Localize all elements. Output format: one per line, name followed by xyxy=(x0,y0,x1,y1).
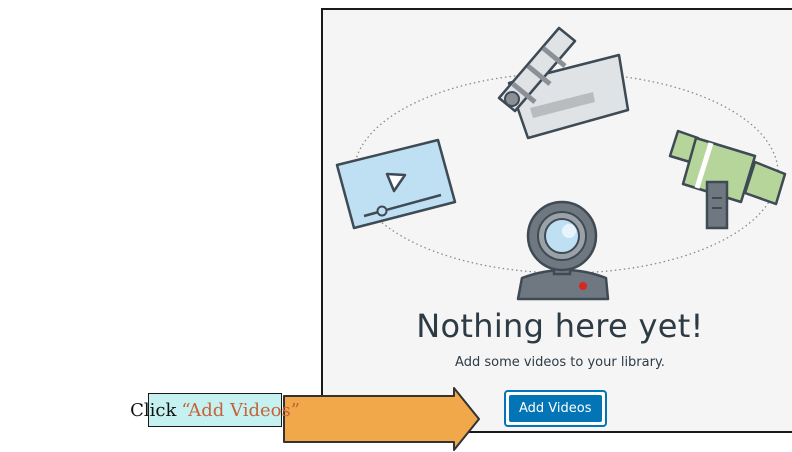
callout-quote-text: “Add Videos” xyxy=(181,399,300,421)
webcam-icon xyxy=(516,200,610,301)
video-player-icon xyxy=(335,138,457,230)
empty-state-title: Nothing here yet! xyxy=(416,307,704,345)
empty-state-message: Add some videos to your library. xyxy=(455,355,665,370)
empty-state-illustration xyxy=(335,26,787,301)
add-videos-focus-ring: Add Videos xyxy=(504,390,607,427)
add-videos-button[interactable]: Add Videos xyxy=(509,395,602,422)
empty-state-panel: Nothing here yet! Add some videos to you… xyxy=(321,8,792,433)
video-camera-icon xyxy=(668,129,787,230)
right-arrow-icon xyxy=(283,387,480,451)
clapperboard-icon xyxy=(497,26,630,140)
instruction-callout: Click “Add Videos” xyxy=(130,393,300,427)
callout-lead-text: Click xyxy=(130,399,177,421)
